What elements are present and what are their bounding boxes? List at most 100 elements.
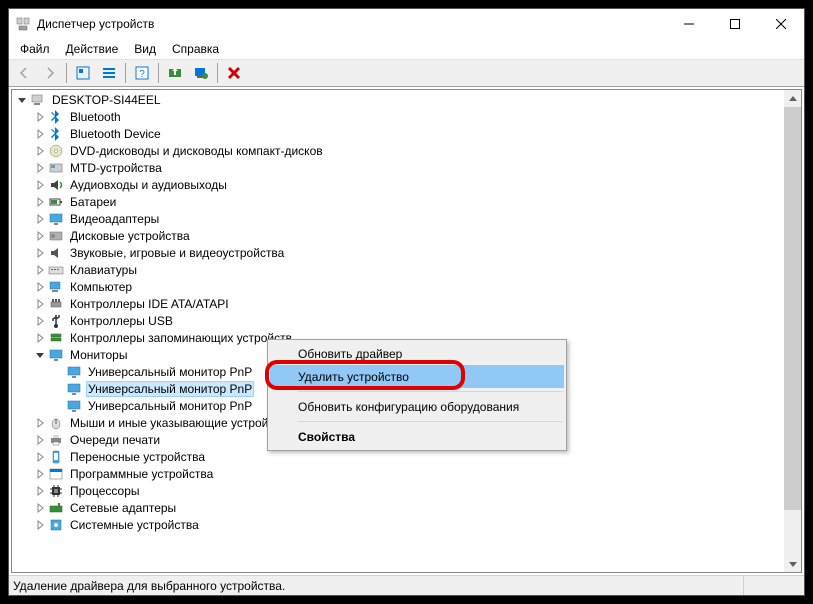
ctx-properties[interactable]: Свойства [270, 425, 564, 448]
tree-node[interactable]: Видеоадаптеры [12, 210, 784, 227]
tree-node-label: Батареи [68, 195, 118, 209]
expander-icon[interactable] [32, 231, 48, 241]
tree-node[interactable]: Дисковые устройства [12, 227, 784, 244]
expander-icon[interactable] [32, 163, 48, 173]
device-icon [48, 517, 64, 533]
expander-icon[interactable] [32, 350, 48, 360]
tree-node[interactable]: Контроллеры IDE ATA/ATAPI [12, 295, 784, 312]
tree-node-label: Универсальный монитор PnP [86, 365, 254, 379]
forward-button[interactable] [38, 61, 62, 85]
scroll-track[interactable] [784, 107, 801, 555]
tree-node-label: Программные устройства [68, 467, 215, 481]
expander-icon[interactable] [32, 486, 48, 496]
tree-node-label: Мыши и иные указывающие устройства [68, 416, 295, 430]
expander-icon[interactable] [32, 197, 48, 207]
vertical-scrollbar[interactable] [784, 90, 801, 572]
expander-icon[interactable] [32, 452, 48, 462]
tree-node[interactable]: Bluetooth [12, 108, 784, 125]
tree-node-label: Сетевые адаптеры [68, 501, 178, 515]
uninstall-button[interactable] [222, 61, 246, 85]
tree-node[interactable]: Клавиатуры [12, 261, 784, 278]
device-tree[interactable]: DESKTOP-SI44EEL Bluetooth Bluetooth Devic… [12, 90, 784, 572]
device-icon [48, 449, 64, 465]
show-hidden-button[interactable] [71, 61, 95, 85]
tree-node[interactable]: MTD-устройства [12, 159, 784, 176]
help-button[interactable]: ? [130, 61, 154, 85]
expander-icon[interactable] [32, 520, 48, 530]
maximize-button[interactable] [712, 9, 758, 39]
ctx-separator [298, 391, 563, 392]
expander-icon[interactable] [32, 146, 48, 156]
scan-hardware-button[interactable] [189, 61, 213, 85]
menu-help[interactable]: Справка [165, 40, 226, 58]
tree-node[interactable]: Аудиовходы и аудиовыходы [12, 176, 784, 193]
computer-icon [30, 92, 46, 108]
expander-icon[interactable] [32, 180, 48, 190]
device-icon [48, 177, 64, 193]
expander-icon[interactable] [32, 469, 48, 479]
device-icon [48, 500, 64, 516]
device-tree-panel: DESKTOP-SI44EEL Bluetooth Bluetooth Devic… [11, 89, 802, 573]
tree-root[interactable]: DESKTOP-SI44EEL [12, 91, 784, 108]
tree-node[interactable]: Сетевые адаптеры [12, 499, 784, 516]
tree-node[interactable]: Процессоры [12, 482, 784, 499]
tree-node[interactable]: Bluetooth Device [12, 125, 784, 142]
device-icon [48, 483, 64, 499]
expander-icon[interactable] [32, 282, 48, 292]
view-button[interactable] [97, 61, 121, 85]
status-bar: Удаление драйвера для выбранного устройс… [9, 575, 804, 595]
ctx-uninstall-device[interactable]: Удалить устройство [270, 365, 564, 388]
expander-icon[interactable] [32, 418, 48, 428]
expander-icon[interactable] [32, 503, 48, 513]
tree-node[interactable]: Программные устройства [12, 465, 784, 482]
tree-node-label: Звуковые, игровые и видеоустройства [68, 246, 286, 260]
ctx-scan-hardware[interactable]: Обновить конфигурацию оборудования [270, 395, 564, 418]
expander-icon[interactable] [32, 129, 48, 139]
app-icon [15, 16, 31, 32]
device-icon [48, 296, 64, 312]
context-menu: Обновить драйвер Удалить устройство Обно… [267, 339, 567, 451]
window-title: Диспетчер устройств [37, 17, 154, 31]
tree-node-label: Системные устройства [68, 518, 201, 532]
tree-node[interactable]: Компьютер [12, 278, 784, 295]
device-icon [48, 313, 64, 329]
scroll-down-button[interactable] [784, 555, 801, 572]
device-icon [48, 245, 64, 261]
tree-node-label: Переносные устройства [68, 450, 207, 464]
minimize-button[interactable] [666, 9, 712, 39]
back-button[interactable] [12, 61, 36, 85]
tree-node[interactable]: Звуковые, игровые и видеоустройства [12, 244, 784, 261]
update-driver-button[interactable] [163, 61, 187, 85]
expander-icon[interactable] [32, 112, 48, 122]
tree-node-label: Контроллеры запоминающих устройств [68, 331, 294, 345]
tree-node[interactable]: Контроллеры USB [12, 312, 784, 329]
expander-icon[interactable] [32, 248, 48, 258]
device-icon [48, 330, 64, 346]
title-bar: Диспетчер устройств [9, 9, 804, 39]
menu-view[interactable]: Вид [127, 40, 163, 58]
device-icon [66, 398, 82, 414]
expander-icon[interactable] [32, 316, 48, 326]
expander-icon[interactable] [32, 435, 48, 445]
ctx-update-driver[interactable]: Обновить драйвер [270, 342, 564, 365]
tree-node-label: Компьютер [68, 280, 134, 294]
menu-file[interactable]: Файл [13, 40, 57, 58]
menu-bar: Файл Действие Вид Справка [9, 39, 804, 59]
expander-icon[interactable] [32, 333, 48, 343]
scroll-thumb[interactable] [784, 107, 801, 510]
expander-icon[interactable] [32, 214, 48, 224]
expander-icon[interactable] [32, 299, 48, 309]
tree-node-label: Контроллеры IDE ATA/ATAPI [68, 297, 231, 311]
tree-node[interactable]: DVD-дисководы и дисководы компакт-дисков [12, 142, 784, 159]
close-button[interactable] [758, 9, 804, 39]
tree-node-label: DVD-дисководы и дисководы компакт-дисков [68, 144, 325, 158]
device-icon [66, 364, 82, 380]
tree-node[interactable]: Системные устройства [12, 516, 784, 533]
tree-node[interactable]: Батареи [12, 193, 784, 210]
expander-icon[interactable] [14, 95, 30, 105]
tree-node-label: Универсальный монитор PnP [86, 381, 254, 397]
expander-icon[interactable] [32, 265, 48, 275]
tree-node-label: Bluetooth Device [68, 127, 163, 141]
menu-action[interactable]: Действие [59, 40, 126, 58]
scroll-up-button[interactable] [784, 90, 801, 107]
